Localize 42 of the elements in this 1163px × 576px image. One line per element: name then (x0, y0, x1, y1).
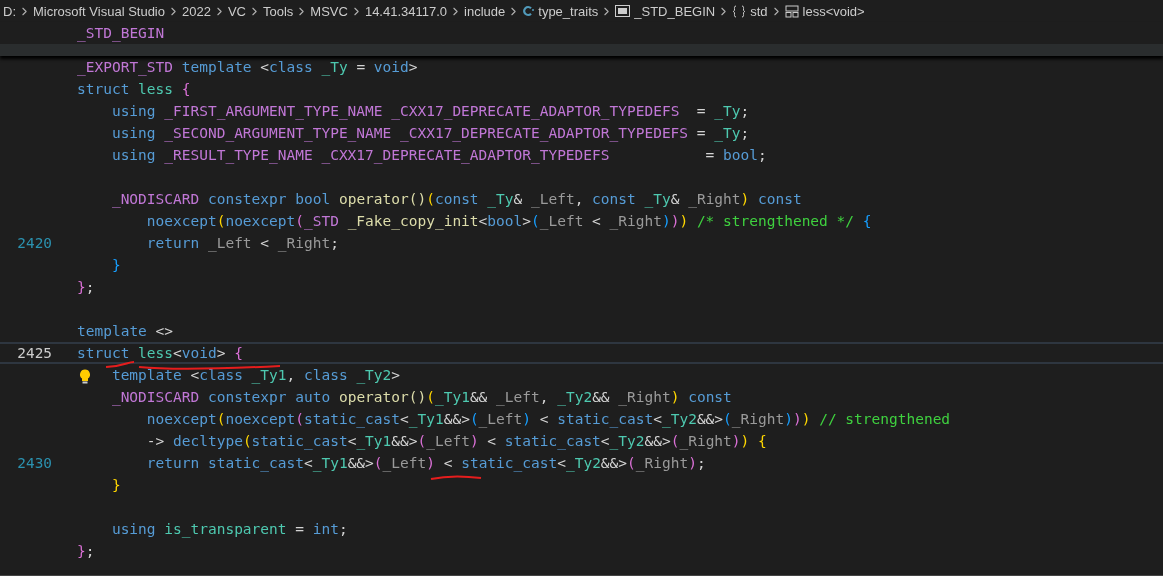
code-line: }; (77, 279, 95, 295)
code-line: } (111, 477, 121, 493)
struct-icon (784, 4, 799, 18)
braces-icon (732, 4, 747, 18)
breadcrumb-item[interactable]: Microsoft Visual Studio (33, 3, 165, 19)
code-line: using _FIRST_ARGUMENT_TYPE_NAME _CXX17_DEPRECATE_ADAPTOR_TYPEDEFS = _Ty; (111, 103, 750, 119)
code-line: template <> (77, 323, 174, 339)
code-line: _NODISCARD constexpr bool operator()(const _Ty& _Left, const _Ty& _Right) const (111, 191, 802, 207)
underline-mark (430, 475, 482, 480)
code-line: noexcept(noexcept(static_cast<_Ty1&&>(_Left) < static_cast<_Ty2&&>(_Right))) // strengthened (146, 411, 951, 427)
code-line: }; (77, 543, 95, 559)
cpp-file-icon (522, 5, 535, 17)
lightbulb-icon[interactable] (79, 369, 91, 384)
breadcrumb-item[interactable]: MSVC (310, 3, 348, 19)
code-line: using _SECOND_ARGUMENT_TYPE_NAME _CXX17_DEPRECATE_ADAPTOR_TYPEDEFS = _Ty; (111, 125, 750, 141)
code-line: -> decltype(static_cast<_Ty1&&>(_Left) < static_cast<_Ty2&&>(_Right)) { (146, 433, 767, 449)
breadcrumb-item[interactable]: D: (3, 3, 16, 19)
code-line: using is_transparent = int; (111, 521, 348, 537)
breadcrumb-item[interactable]: include (464, 3, 506, 19)
code-line: struct less { (77, 81, 191, 97)
code-line: noexcept(noexcept(_STD _Fake_copy_init<bool>(_Left < _Right))) /* strengthened */ { (146, 213, 872, 229)
code-line: _STD_BEGIN (77, 25, 165, 41)
breadcrumb-item[interactable]: _STD_BEGIN (615, 3, 716, 19)
breadcrumb-item[interactable]: Tools (263, 3, 294, 19)
line-number: 2430 (16, 455, 53, 471)
macro-icon (615, 5, 631, 17)
code-line: using _RESULT_TYPE_NAME _CXX17_DEPRECATE_ADAPTOR_TYPEDEFS = bool; (111, 147, 767, 163)
code-line: template <class _Ty1, class _Ty2> (111, 367, 401, 383)
code-line: } (111, 257, 121, 273)
line-number: 2425 (16, 345, 53, 361)
code-line: _NODISCARD constexpr auto operator()(_Ty1&& _Left, _Ty2&& _Right) const (111, 389, 732, 405)
code-line: return _Left < _Right; (146, 235, 339, 251)
breadcrumb-item[interactable]: type_traits (522, 3, 599, 19)
breadcrumb-item[interactable]: VC (227, 3, 246, 19)
breadcrumb-item[interactable]: 2022 (182, 3, 211, 19)
line-number: 2420 (16, 235, 53, 251)
code-line: return static_cast<_Ty1&&>(_Left) < static_cast<_Ty2&&>(_Right); (146, 455, 706, 471)
breadcrumb-item[interactable]: less<void> (784, 3, 865, 19)
code-line: _EXPORT_STD template <class _Ty = void> (77, 59, 418, 75)
breadcrumb-item[interactable]: 14.41.34117.0 (364, 3, 448, 19)
code-line: struct less<void> { (77, 345, 243, 361)
breadcrumb-item[interactable]: std (732, 3, 768, 19)
